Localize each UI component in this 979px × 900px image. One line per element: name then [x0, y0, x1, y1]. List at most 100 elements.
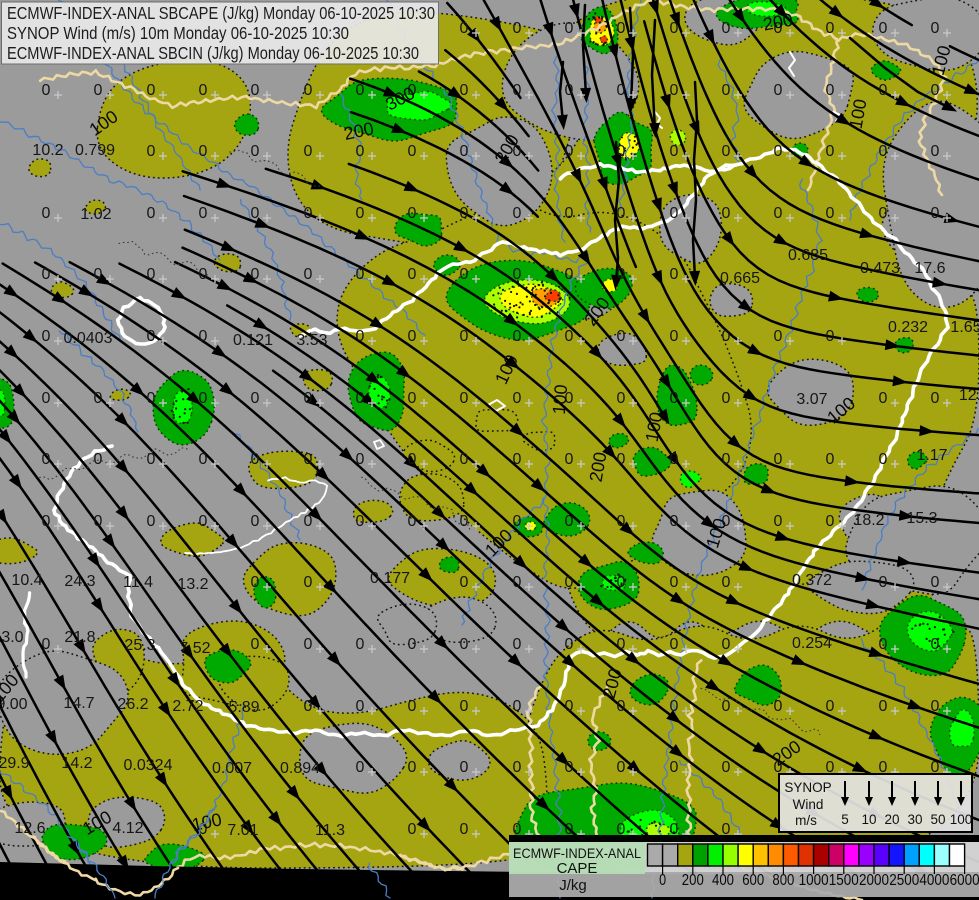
- svg-text:0: 0: [251, 451, 260, 468]
- svg-text:0: 0: [617, 20, 626, 37]
- svg-text:0: 0: [513, 390, 522, 407]
- svg-text:0: 0: [460, 328, 469, 345]
- svg-text:0: 0: [147, 513, 156, 530]
- svg-text:0: 0: [826, 205, 835, 222]
- svg-text:0: 0: [408, 390, 417, 407]
- svg-text:10.2: 10.2: [32, 142, 63, 159]
- svg-text:SYNOP Wind (m/s) 10m Monday 06: SYNOP Wind (m/s) 10m Monday 06-10-2025 1…: [7, 23, 349, 43]
- svg-text:0: 0: [670, 266, 679, 283]
- svg-text:0: 0: [670, 390, 679, 407]
- svg-text:0: 0: [565, 82, 574, 99]
- svg-text:0: 0: [931, 698, 940, 715]
- svg-text:m/s: m/s: [795, 813, 817, 828]
- svg-text:0: 0: [879, 390, 888, 407]
- svg-text:0.894: 0.894: [280, 760, 320, 777]
- svg-text:0: 0: [513, 205, 522, 222]
- svg-text:0: 0: [931, 205, 940, 222]
- svg-text:0: 0: [460, 698, 469, 715]
- svg-text:30: 30: [907, 812, 922, 827]
- svg-text:0: 0: [931, 390, 940, 407]
- svg-text:0: 0: [408, 759, 417, 776]
- svg-text:Wind: Wind: [793, 797, 824, 812]
- svg-text:0: 0: [356, 451, 365, 468]
- svg-text:3.07: 3.07: [796, 391, 827, 408]
- svg-text:0: 0: [722, 82, 731, 99]
- svg-text:1.17: 1.17: [916, 447, 947, 464]
- svg-text:0: 0: [460, 513, 469, 530]
- svg-text:0: 0: [565, 451, 574, 468]
- svg-text:0: 0: [199, 266, 208, 283]
- svg-text:0: 0: [94, 266, 103, 283]
- svg-text:26.2: 26.2: [117, 696, 148, 713]
- svg-text:0: 0: [513, 513, 522, 530]
- svg-text:0: 0: [199, 451, 208, 468]
- svg-text:ECMWF-INDEX-ANAL: ECMWF-INDEX-ANAL: [513, 845, 641, 861]
- svg-text:100: 100: [549, 384, 572, 416]
- svg-text:0.665: 0.665: [720, 270, 760, 287]
- svg-text:13.2: 13.2: [177, 576, 208, 593]
- svg-text:0: 0: [565, 759, 574, 776]
- svg-text:0: 0: [356, 82, 365, 99]
- svg-text:0: 0: [670, 574, 679, 591]
- svg-text:0: 0: [670, 205, 679, 222]
- svg-text:ECMWF-INDEX-ANAL SBCIN (J/kg): ECMWF-INDEX-ANAL SBCIN (J/kg) Monday 06-…: [7, 43, 419, 63]
- svg-text:0: 0: [408, 698, 417, 715]
- svg-text:0: 0: [722, 328, 731, 345]
- svg-text:4000: 4000: [919, 872, 949, 889]
- svg-text:0: 0: [617, 513, 626, 530]
- svg-text:400: 400: [712, 872, 734, 889]
- svg-text:0: 0: [356, 390, 365, 407]
- svg-text:0: 0: [356, 328, 365, 345]
- svg-text:0: 0: [304, 390, 313, 407]
- svg-text:0: 0: [617, 759, 626, 776]
- svg-text:0: 0: [879, 205, 888, 222]
- svg-text:0: 0: [147, 266, 156, 283]
- svg-text:0: 0: [199, 82, 208, 99]
- svg-text:0: 0: [408, 636, 417, 653]
- svg-text:0: 0: [251, 82, 260, 99]
- svg-text:0.121: 0.121: [233, 332, 273, 349]
- svg-text:0: 0: [879, 20, 888, 37]
- svg-text:17.6: 17.6: [914, 260, 945, 277]
- svg-text:7.01: 7.01: [227, 822, 258, 839]
- svg-text:0: 0: [617, 390, 626, 407]
- svg-text:7.52: 7.52: [179, 640, 210, 657]
- svg-text:0: 0: [408, 205, 417, 222]
- svg-text:0: 0: [826, 143, 835, 160]
- svg-text:0: 0: [251, 143, 260, 160]
- svg-text:0: 0: [617, 451, 626, 468]
- svg-text:0: 0: [826, 451, 835, 468]
- svg-text:0: 0: [42, 390, 51, 407]
- svg-text:0: 0: [931, 574, 940, 591]
- svg-text:0: 0: [356, 266, 365, 283]
- svg-text:0: 0: [774, 143, 783, 160]
- svg-text:0: 0: [356, 636, 365, 653]
- svg-text:0: 0: [879, 636, 888, 653]
- svg-text:0: 0: [617, 266, 626, 283]
- svg-text:4.12: 4.12: [112, 820, 143, 837]
- svg-text:0: 0: [670, 451, 679, 468]
- svg-text:0: 0: [826, 20, 835, 37]
- svg-text:0.372: 0.372: [792, 572, 832, 589]
- svg-text:11.3: 11.3: [315, 822, 345, 839]
- svg-text:0: 0: [513, 574, 522, 591]
- svg-text:0: 0: [617, 328, 626, 345]
- svg-text:0: 0: [199, 205, 208, 222]
- svg-text:0: 0: [356, 698, 365, 715]
- svg-text:1.02: 1.02: [80, 206, 111, 223]
- svg-text:0: 0: [513, 328, 522, 345]
- svg-text:0: 0: [774, 328, 783, 345]
- svg-text:0: 0: [513, 20, 522, 37]
- svg-text:5: 5: [841, 812, 849, 827]
- svg-text:6000: 6000: [950, 872, 979, 889]
- svg-text:0: 0: [722, 143, 731, 160]
- svg-text:0: 0: [617, 82, 626, 99]
- svg-text:800: 800: [772, 872, 794, 889]
- svg-text:0: 0: [147, 328, 156, 345]
- svg-text:0: 0: [513, 82, 522, 99]
- svg-text:0: 0: [879, 451, 888, 468]
- svg-text:0: 0: [670, 759, 679, 776]
- svg-text:0: 0: [931, 82, 940, 99]
- svg-text:0: 0: [356, 513, 365, 530]
- svg-text:0: 0: [565, 266, 574, 283]
